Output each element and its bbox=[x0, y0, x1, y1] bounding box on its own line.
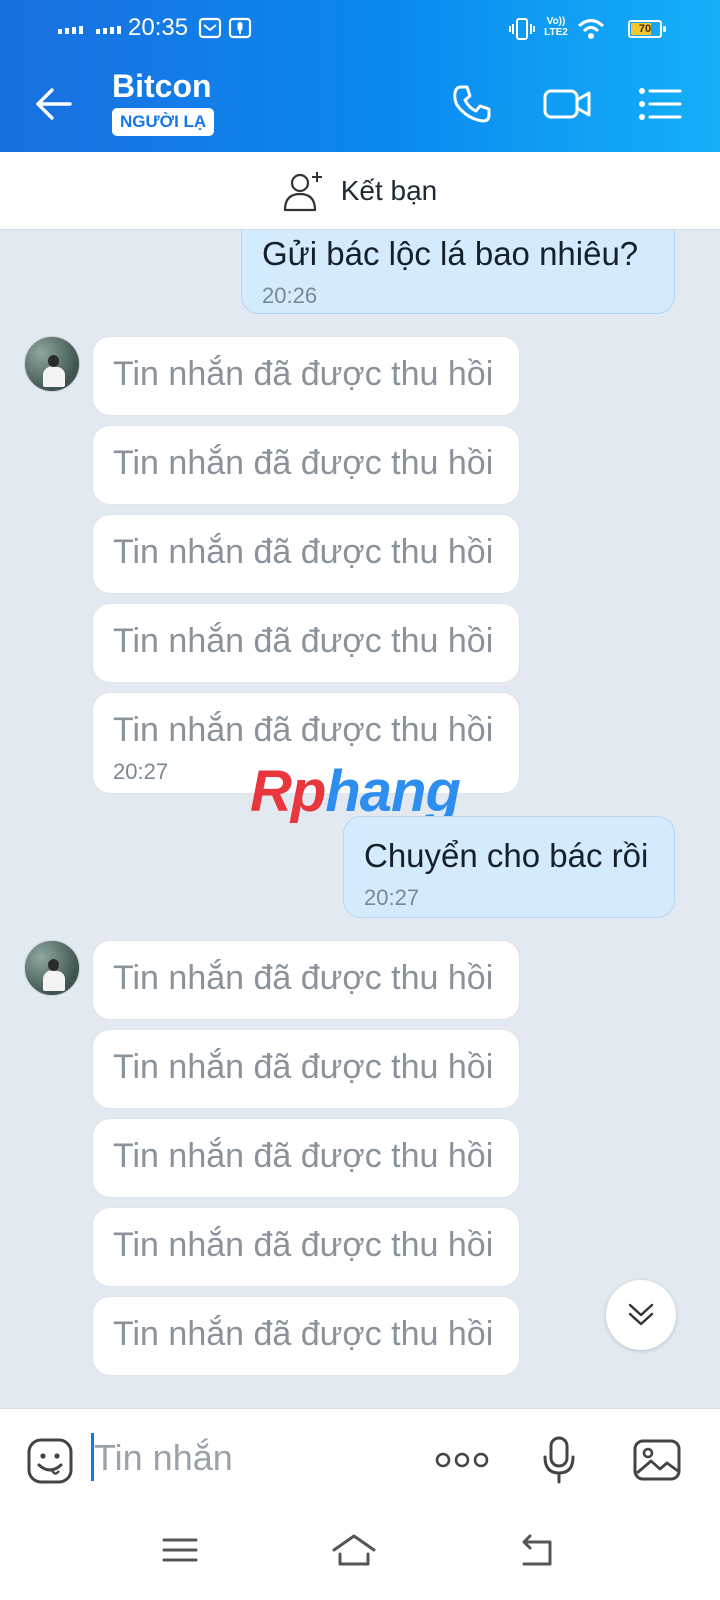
status-bar: 20:35 Vo)) LTE2 70 bbox=[0, 0, 720, 56]
home-icon[interactable] bbox=[330, 1530, 378, 1570]
microphone-icon bbox=[543, 1436, 575, 1484]
recalled-message[interactable]: Tin nhắn đã được thu hồi bbox=[92, 940, 520, 1020]
message-text: Gửi bác lộc lá bao nhiêu? bbox=[262, 235, 639, 272]
voice-call-button[interactable] bbox=[446, 78, 498, 130]
recalled-text: Tin nhắn đã được thu hồi bbox=[113, 1315, 494, 1353]
message-time: 20:27 bbox=[364, 885, 420, 910]
recent-apps-icon[interactable] bbox=[156, 1530, 204, 1570]
more-dots-icon bbox=[435, 1452, 489, 1468]
recalled-text: Tin nhắn đã được thu hồi bbox=[113, 355, 494, 393]
vibrate-icon bbox=[509, 18, 535, 40]
battery-icon: 70 bbox=[628, 20, 666, 38]
recalled-message[interactable]: Tin nhắn đã được thu hồi bbox=[92, 336, 520, 416]
recalled-message[interactable]: Tin nhắn đã được thu hồi bbox=[92, 1029, 520, 1109]
recalled-text: Tin nhắn đã được thu hồi bbox=[113, 1226, 494, 1264]
options-menu-button[interactable] bbox=[634, 78, 686, 130]
recalled-text: Tin nhắn đã được thu hồi bbox=[113, 533, 494, 571]
sticker-button[interactable] bbox=[24, 1435, 76, 1487]
back-nav-icon[interactable] bbox=[514, 1530, 562, 1570]
emoji-face-icon bbox=[27, 1438, 73, 1484]
add-friend-icon bbox=[283, 171, 322, 211]
recalled-text: Tin nhắn đã được thu hồi bbox=[113, 1048, 494, 1086]
add-friend-label: Kết bạn bbox=[340, 174, 438, 206]
recalled-message[interactable]: Tin nhắn đã được thu hồi bbox=[92, 1207, 520, 1287]
message-list[interactable]: Gửi bác lộc lá bao nhiêu? 20:26 Tin nhắn… bbox=[0, 230, 720, 1408]
mail-notification-icon bbox=[198, 17, 222, 39]
contact-name[interactable]: Bitcon bbox=[112, 68, 212, 105]
volte-lte-indicator: Vo)) LTE2 bbox=[544, 16, 568, 38]
scroll-to-bottom-button[interactable] bbox=[606, 1280, 676, 1350]
recalled-message[interactable]: Tin nhắn đã được thu hồi bbox=[92, 1118, 520, 1198]
chat-header: Bitcon NGƯỜI LẠ bbox=[0, 56, 720, 152]
recalled-text: Tin nhắn đã được thu hồi bbox=[113, 959, 494, 997]
message-input[interactable]: Tin nhắn bbox=[94, 1437, 233, 1479]
back-arrow-icon[interactable] bbox=[34, 84, 74, 124]
recalled-message[interactable]: Tin nhắn đã được thu hồi bbox=[92, 603, 520, 683]
send-image-button[interactable] bbox=[632, 1435, 682, 1485]
add-friend-button[interactable]: Kết bạn bbox=[0, 152, 720, 230]
recalled-text: Tin nhắn đã được thu hồi bbox=[113, 711, 494, 749]
outgoing-message[interactable]: Gửi bác lộc lá bao nhiêu? 20:26 bbox=[241, 230, 675, 314]
video-call-button[interactable] bbox=[540, 78, 596, 130]
double-chevron-down-icon bbox=[628, 1303, 654, 1326]
rphang-watermark-logo: Rphang bbox=[250, 759, 461, 824]
recalled-text: Tin nhắn đã được thu hồi bbox=[113, 444, 494, 482]
recalled-text: Tin nhắn đã được thu hồi bbox=[113, 622, 494, 660]
contact-avatar[interactable] bbox=[24, 940, 80, 996]
message-text: Chuyển cho bác rồi bbox=[364, 837, 649, 874]
message-time: 20:26 bbox=[262, 283, 318, 308]
recalled-text: Tin nhắn đã được thu hồi bbox=[113, 1137, 494, 1175]
recalled-message[interactable]: Tin nhắn đã được thu hồi bbox=[92, 425, 520, 505]
message-time: 20:27 bbox=[113, 759, 169, 784]
stranger-badge: NGƯỜI LẠ bbox=[112, 108, 215, 136]
status-time: 20:35 bbox=[128, 14, 189, 41]
voice-recorder-notification-icon bbox=[228, 17, 252, 39]
contact-avatar[interactable] bbox=[24, 336, 80, 392]
image-gallery-icon bbox=[633, 1439, 681, 1481]
wifi-icon bbox=[577, 19, 605, 39]
phone-icon bbox=[453, 85, 491, 123]
message-composer: Tin nhắn bbox=[0, 1408, 720, 1508]
voice-message-button[interactable] bbox=[534, 1435, 584, 1485]
recalled-message[interactable]: Tin nhắn đã được thu hồi bbox=[92, 1296, 520, 1376]
signal-strength-icon bbox=[58, 26, 83, 34]
list-menu-icon bbox=[639, 88, 682, 120]
more-options-button[interactable] bbox=[434, 1435, 490, 1485]
video-camera-icon bbox=[543, 89, 591, 119]
system-navigation-bar bbox=[0, 1508, 720, 1600]
outgoing-message[interactable]: Chuyển cho bác rồi 20:27 bbox=[343, 816, 675, 918]
recalled-message[interactable]: Tin nhắn đã được thu hồi bbox=[92, 514, 520, 594]
signal-strength-2-icon bbox=[96, 26, 121, 34]
